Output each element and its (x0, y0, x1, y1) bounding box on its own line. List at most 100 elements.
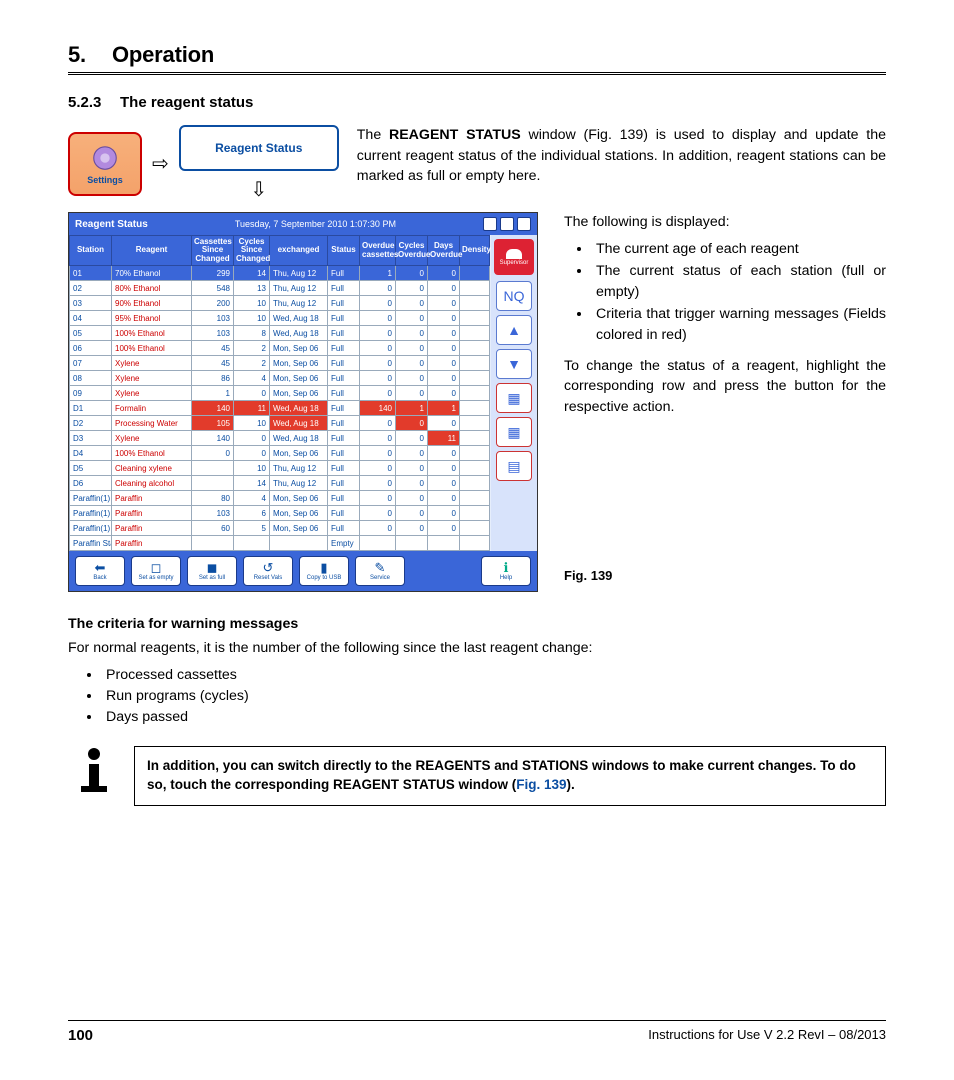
table-cell: Wed, Aug 18 (270, 416, 328, 431)
window-control-icon[interactable] (483, 217, 497, 231)
set-full-button[interactable]: ◼Set as full (187, 556, 237, 586)
reagents-button[interactable]: ▦ (496, 383, 532, 413)
table-cell: 14 (234, 266, 270, 281)
supervisor-badge[interactable]: Supervisor (494, 239, 534, 275)
reset-button[interactable]: ↺Reset Vals (243, 556, 293, 586)
scroll-up-button[interactable]: ▲ (496, 315, 532, 345)
table-cell: Full (328, 446, 360, 461)
back-button[interactable]: ⬅Back (75, 556, 125, 586)
table-row[interactable]: 07Xylene452Mon, Sep 06Full000 (70, 356, 490, 371)
table-row[interactable]: Paraffin StationParaffinEmpty (70, 536, 490, 551)
table-row[interactable]: D1Formalin14011Wed, Aug 18Full14011 (70, 401, 490, 416)
table-cell (396, 536, 428, 551)
table-cell: 140 (360, 401, 396, 416)
table-row[interactable]: D2Processing Water10510Wed, Aug 18Full00… (70, 416, 490, 431)
table-cell: D3 (70, 431, 112, 446)
table-cell: 0 (428, 506, 460, 521)
table-row[interactable]: Paraffin(1)Paraffin1036Mon, Sep 06Full00… (70, 506, 490, 521)
table-cell: 0 (396, 491, 428, 506)
table-row[interactable]: 09Xylene10Mon, Sep 06Full000 (70, 386, 490, 401)
settings-tile[interactable]: Settings (68, 132, 142, 196)
table-cell: Processing Water (112, 416, 192, 431)
table-row[interactable]: Paraffin(1)Paraffin605Mon, Sep 06Full000 (70, 521, 490, 536)
table-cell: Full (328, 506, 360, 521)
table-cell: 10 (234, 461, 270, 476)
table-header[interactable]: Station (70, 236, 112, 266)
table-row[interactable]: D3Xylene1400Wed, Aug 18Full0011 (70, 431, 490, 446)
table-cell: 90% Ethanol (112, 296, 192, 311)
table-cell: 4 (234, 371, 270, 386)
table-cell: 100% Ethanol (112, 446, 192, 461)
table-cell (192, 476, 234, 491)
table-row[interactable]: D5Cleaning xylene10Thu, Aug 12Full000 (70, 461, 490, 476)
table-header[interactable]: Status (328, 236, 360, 266)
table-header[interactable]: Reagent (112, 236, 192, 266)
table-cell: 45 (192, 356, 234, 371)
service-button[interactable]: ✎Service (355, 556, 405, 586)
table-cell: Full (328, 341, 360, 356)
table-cell: 0 (396, 506, 428, 521)
page-number: 100 (68, 1027, 93, 1044)
table-cell: Empty (328, 536, 360, 551)
table-cell: Full (328, 476, 360, 491)
table-header[interactable]: Overdue cassettes (360, 236, 396, 266)
table-row[interactable]: 08Xylene864Mon, Sep 06Full000 (70, 371, 490, 386)
nq-button[interactable]: NQ (496, 281, 532, 311)
table-cell: 100% Ethanol (112, 326, 192, 341)
table-cell: Full (328, 356, 360, 371)
table-cell: 13 (234, 281, 270, 296)
table-cell: 0 (428, 491, 460, 506)
copy-usb-button[interactable]: ▮Copy to USB (299, 556, 349, 586)
table-cell: 0 (396, 371, 428, 386)
table-cell: Paraffin (112, 521, 192, 536)
table-row[interactable]: 0280% Ethanol54813Thu, Aug 12Full000 (70, 281, 490, 296)
table-cell: 95% Ethanol (112, 311, 192, 326)
table-cell: Thu, Aug 12 (270, 266, 328, 281)
subsection-number: 5.2.3 (68, 94, 120, 111)
table-row[interactable]: 0170% Ethanol29914Thu, Aug 12Full100 (70, 266, 490, 281)
table-header[interactable]: Cassettes Since Changed (192, 236, 234, 266)
window-control-icon[interactable] (517, 217, 531, 231)
window-titlebar: Reagent Status Tuesday, 7 September 2010… (69, 213, 537, 235)
table-cell: Mon, Sep 06 (270, 491, 328, 506)
table-header[interactable]: Cycles Overdue (396, 236, 428, 266)
figure-link[interactable]: Fig. 139 (516, 777, 566, 792)
table-row[interactable]: 0495% Ethanol10310Wed, Aug 18Full000 (70, 311, 490, 326)
table-cell: 0 (428, 266, 460, 281)
stations-button[interactable]: ▦ (496, 417, 532, 447)
scroll-down-button[interactable]: ▼ (496, 349, 532, 379)
help-button[interactable]: ℹHelp (481, 556, 531, 586)
table-cell: Thu, Aug 12 (270, 281, 328, 296)
table-cell: Mon, Sep 06 (270, 341, 328, 356)
table-cell: Wed, Aug 18 (270, 401, 328, 416)
chapter-rule (68, 72, 886, 76)
page-footer: 100 Instructions for Use V 2.2 RevI – 08… (68, 1020, 886, 1044)
table-header[interactable]: Days Overdue (428, 236, 460, 266)
table-cell (460, 311, 490, 326)
table-cell: 0 (396, 296, 428, 311)
table-cell (460, 536, 490, 551)
table-row[interactable]: 06100% Ethanol452Mon, Sep 06Full000 (70, 341, 490, 356)
table-cell (460, 506, 490, 521)
full-icon: ◼ (207, 561, 218, 574)
table-row[interactable]: 0390% Ethanol20010Thu, Aug 12Full000 (70, 296, 490, 311)
table-header[interactable]: exchanged (270, 236, 328, 266)
reagent-status-button-label: Reagent Status (215, 141, 302, 155)
table-row[interactable]: 05100% Ethanol1038Wed, Aug 18Full000 (70, 326, 490, 341)
table-row[interactable]: D4100% Ethanol00Mon, Sep 06Full000 (70, 446, 490, 461)
table-cell: Paraffin (112, 491, 192, 506)
set-empty-button[interactable]: ◻Set as empty (131, 556, 181, 586)
table-cell: Paraffin(1) (70, 491, 112, 506)
table-row[interactable]: Paraffin(1)Paraffin804Mon, Sep 06Full000 (70, 491, 490, 506)
reagent-status-button[interactable]: Reagent Status (179, 125, 339, 171)
table-header[interactable]: Density (460, 236, 490, 266)
table-row[interactable]: D6Cleaning alcohol14Thu, Aug 12Full000 (70, 476, 490, 491)
table-cell: 140 (192, 401, 234, 416)
table-header[interactable]: Cycles Since Changed (234, 236, 270, 266)
window-control-icon[interactable] (500, 217, 514, 231)
table-cell: 06 (70, 341, 112, 356)
reagent-table[interactable]: StationReagentCassettes Since ChangedCyc… (69, 235, 490, 551)
schedule-button[interactable]: ▤ (496, 451, 532, 481)
table-cell: 0 (360, 326, 396, 341)
criteria-heading: The criteria for warning messages (68, 616, 886, 632)
